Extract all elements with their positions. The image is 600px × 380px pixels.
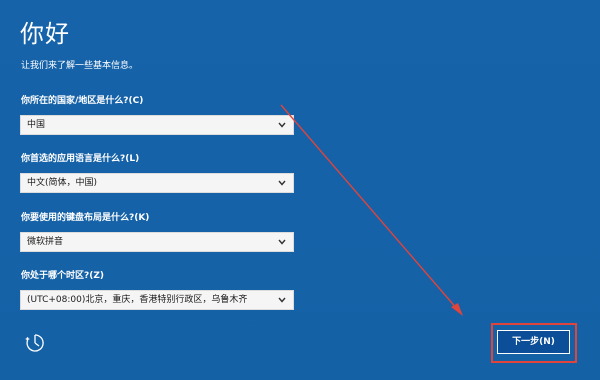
chevron-down-icon <box>278 122 286 128</box>
setup-screen: 你好 让我们来了解一些基本信息。 你所在的国家/地区是什么?(C) 中国 你首选… <box>0 0 600 380</box>
country-value: 中国 <box>27 120 46 130</box>
ease-of-access-icon[interactable] <box>24 332 46 354</box>
keyboard-value: 微软拼音 <box>27 237 64 247</box>
country-label: 你所在的国家/地区是什么?(C) <box>21 96 144 106</box>
timezone-value: (UTC+08:00)北京，重庆，香港特别行政区，乌鲁木齐 <box>27 295 248 305</box>
language-value: 中文(简体，中国) <box>27 178 98 188</box>
timezone-select[interactable]: (UTC+08:00)北京，重庆，香港特别行政区，乌鲁木齐 <box>20 290 294 310</box>
chevron-down-icon <box>278 180 286 186</box>
keyboard-select[interactable]: 微软拼音 <box>20 232 294 252</box>
country-select[interactable]: 中国 <box>20 115 294 135</box>
timezone-label: 你处于哪个时区?(Z) <box>21 271 104 281</box>
page-title: 你好 <box>20 20 70 48</box>
chevron-down-icon <box>278 239 286 245</box>
language-label: 你首选的应用语言是什么?(L) <box>21 154 140 164</box>
chevron-down-icon <box>278 297 286 303</box>
keyboard-label: 你要使用的键盘布局是什么?(K) <box>21 213 150 223</box>
page-subtitle: 让我们来了解一些基本信息。 <box>21 61 139 71</box>
next-button[interactable]: 下一步(N) <box>497 330 570 354</box>
language-select[interactable]: 中文(简体，中国) <box>20 173 294 193</box>
